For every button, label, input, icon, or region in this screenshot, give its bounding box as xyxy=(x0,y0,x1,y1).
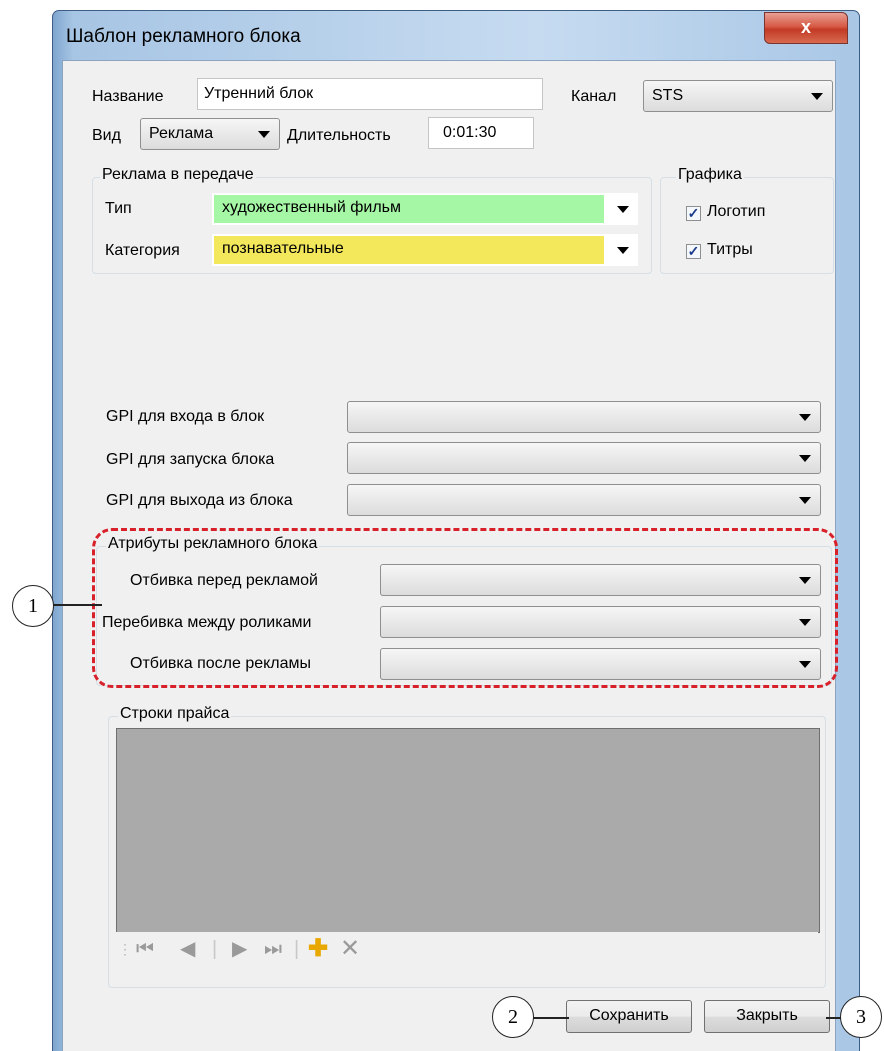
channel-label: Канал xyxy=(571,88,617,105)
window-title: Шаблон рекламного блока xyxy=(66,26,301,47)
gpi-exit-label: GPI для выхода из блока xyxy=(106,492,293,509)
prev-icon[interactable]: ◀ xyxy=(180,932,195,966)
grid-navigator: ⋮ ⏮ ◀ | ▶ ⏭ | ✚ ✕ xyxy=(116,932,818,968)
name-input[interactable]: Утренний блок xyxy=(197,78,543,110)
callout-1-leader xyxy=(52,604,102,606)
titles-label: Титры xyxy=(707,241,753,258)
first-icon[interactable]: ⏮ xyxy=(136,932,154,966)
kind-value: Реклама xyxy=(149,125,214,142)
close-button[interactable]: Закрыть xyxy=(704,1000,830,1033)
separator-icon: | xyxy=(294,938,300,960)
titles-checkbox[interactable]: ✓ xyxy=(686,244,701,259)
gpi-exit-select[interactable] xyxy=(347,484,821,516)
kind-label: Вид xyxy=(92,127,121,144)
chevron-down-icon xyxy=(617,206,629,213)
gpi-enter-select[interactable] xyxy=(347,401,821,433)
next-icon[interactable]: ▶ xyxy=(232,932,247,966)
logo-checkbox[interactable]: ✓ xyxy=(686,206,701,221)
last-icon[interactable]: ⏭ xyxy=(264,932,282,966)
chevron-down-icon xyxy=(799,497,811,504)
price-rows-grid[interactable] xyxy=(116,728,820,933)
chevron-down-icon xyxy=(258,131,270,138)
chevron-down-icon xyxy=(617,247,629,254)
callout-3: 3 xyxy=(840,996,882,1038)
highlight-frame xyxy=(92,528,838,688)
callout-1: 1 xyxy=(12,585,54,627)
name-label: Название xyxy=(92,88,164,105)
callout-2-leader xyxy=(533,1017,569,1019)
category-label: Категория xyxy=(105,242,180,259)
gpi-start-label: GPI для запуска блока xyxy=(106,451,275,468)
ad-in-program-legend: Реклама в передаче xyxy=(100,166,256,184)
category-value: познавательные xyxy=(222,240,344,257)
type-label: Тип xyxy=(105,200,132,217)
grip-icon: ⋮ xyxy=(118,941,132,957)
checkmark-icon: ✓ xyxy=(687,243,700,259)
checkmark-icon: ✓ xyxy=(687,205,700,221)
chevron-down-icon xyxy=(799,455,811,462)
close-icon: x xyxy=(800,17,811,37)
add-icon[interactable]: ✚ xyxy=(308,932,328,966)
gpi-start-select[interactable] xyxy=(347,442,821,474)
channel-select[interactable]: STS xyxy=(643,80,833,112)
close-window-button[interactable]: x xyxy=(764,12,848,44)
channel-value: STS xyxy=(652,87,684,104)
graphics-group xyxy=(660,177,834,274)
delete-icon[interactable]: ✕ xyxy=(340,932,360,966)
gpi-enter-label: GPI для входа в блок xyxy=(106,408,265,425)
chevron-down-icon xyxy=(799,414,811,421)
chevron-down-icon xyxy=(811,93,823,100)
type-select[interactable]: художественный фильм xyxy=(212,193,638,225)
graphics-legend: Графика xyxy=(676,166,744,184)
duration-label: Длительность xyxy=(287,127,391,144)
logo-label: Логотип xyxy=(707,203,766,220)
category-select[interactable]: познавательные xyxy=(212,234,638,266)
price-rows-legend: Строки прайса xyxy=(118,705,232,723)
type-value: художественный фильм xyxy=(222,199,401,216)
duration-input[interactable]: 0:01:30 xyxy=(428,117,534,149)
save-button[interactable]: Сохранить xyxy=(566,1000,692,1033)
callout-2: 2 xyxy=(492,996,534,1038)
kind-select[interactable]: Реклама xyxy=(140,118,280,150)
separator-icon: | xyxy=(212,938,218,960)
